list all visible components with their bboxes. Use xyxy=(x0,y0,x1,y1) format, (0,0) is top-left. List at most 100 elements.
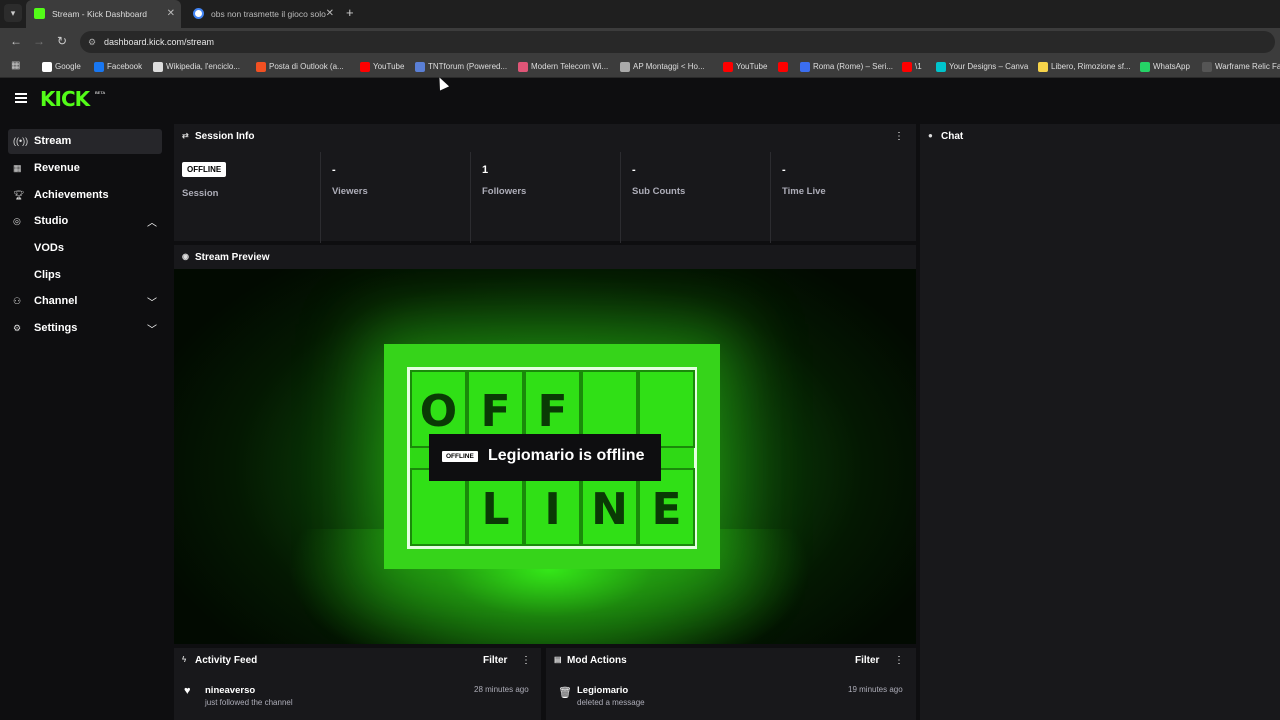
back-arrow-icon[interactable]: ← xyxy=(10,34,22,48)
new-tab-button[interactable]: + xyxy=(346,5,354,20)
bookmark-item[interactable]: YouTube xyxy=(723,56,767,78)
bookmark-label: Warframe Relic Fa xyxy=(1215,62,1280,71)
beta-label: BETA xyxy=(95,90,106,95)
tab-kick-dashboard[interactable]: Stream - Kick Dashboard ✕ xyxy=(26,0,181,28)
bookmark-label: WhatsApp xyxy=(1153,62,1190,71)
bookmark-favicon-icon xyxy=(153,62,163,72)
bookmark-favicon-icon xyxy=(94,62,104,72)
bookmark-label: \1 xyxy=(915,62,922,71)
bookmark-item[interactable]: YouTube xyxy=(360,56,404,78)
address-url: dashboard.kick.com/stream xyxy=(104,37,215,47)
bookmark-item[interactable]: Roma (Rome) – Seri... xyxy=(800,56,893,78)
bookmark-item[interactable]: WhatsApp xyxy=(1140,56,1190,78)
reload-icon[interactable]: ↻ xyxy=(57,34,67,48)
sidebar-item-vods[interactable]: VODs xyxy=(8,236,162,261)
tab-title: Stream - Kick Dashboard xyxy=(52,9,147,19)
bookmark-label: Roma (Rome) – Seri... xyxy=(813,62,894,71)
sidebar-item-achievements[interactable]: 🏆︎ Achievements xyxy=(8,183,162,208)
stream-preview-header: ◉ Stream Preview xyxy=(174,245,916,269)
bookmark-item[interactable] xyxy=(778,56,791,78)
bookmark-item[interactable]: Warframe Relic Fa xyxy=(1202,56,1280,78)
offline-overlay: OFFLINE Legiomario is offline xyxy=(429,434,661,481)
bookmark-favicon-icon xyxy=(1202,62,1212,72)
more-options-icon[interactable]: ⋮ xyxy=(521,655,531,666)
bookmark-label: Posta di Outlook (a... xyxy=(269,62,344,71)
kick-favicon xyxy=(34,8,45,19)
broadcast-icon: ((•)) xyxy=(13,136,29,146)
sidebar-item-stream[interactable]: ((•)) Stream xyxy=(8,129,162,154)
offline-message: Legiomario is offline xyxy=(488,447,645,464)
bookmark-favicon-icon xyxy=(42,62,52,72)
session-label: Session xyxy=(182,188,219,199)
bookmark-item[interactable]: TNTforum (Powered... xyxy=(415,56,507,78)
sidebar-item-settings[interactable]: ⚙ Settings ﹀ xyxy=(8,316,162,341)
bookmark-favicon-icon xyxy=(1038,62,1048,72)
more-options-icon[interactable]: ⋮ xyxy=(894,655,904,666)
sidebar-item-channel[interactable]: ⚇ Channel ﹀ xyxy=(8,289,162,314)
filter-button[interactable]: Filter xyxy=(855,655,879,666)
sidebar-item-studio[interactable]: ◎ Studio ︿ xyxy=(8,209,162,234)
forward-arrow-icon[interactable]: → xyxy=(33,34,45,48)
viewers-stat: - Viewers xyxy=(320,152,470,243)
kick-logo[interactable]: KICK xyxy=(40,87,90,111)
revenue-icon: ▦ xyxy=(13,163,22,173)
tab-google-search[interactable]: obs non trasmette il gioco solo ✕ xyxy=(185,0,340,28)
chevron-up-icon[interactable]: ︿ xyxy=(147,214,157,229)
close-tab-icon[interactable]: ✕ xyxy=(167,0,175,28)
chevron-down-icon[interactable]: ﹀ xyxy=(147,321,157,336)
bookmark-favicon-icon xyxy=(778,62,788,72)
status-badge: OFFLINE xyxy=(442,451,478,462)
tab-search-button[interactable]: ▾ xyxy=(4,4,22,22)
feed-username[interactable]: nineaverso xyxy=(205,685,255,696)
bookmark-label: Wikipedia, l'enciclo... xyxy=(166,62,240,71)
sub-counts-stat: - Sub Counts xyxy=(620,152,770,243)
address-bar[interactable]: ⚙ dashboard.kick.com/stream xyxy=(80,31,1275,53)
bookmark-item[interactable]: Google xyxy=(42,56,81,78)
feed-timestamp: 28 minutes ago xyxy=(474,685,529,694)
bookmark-label: Modern Telecom Wi... xyxy=(531,62,609,71)
tab-title: obs non trasmette il gioco solo xyxy=(211,9,326,19)
sidebar-item-clips[interactable]: Clips xyxy=(8,263,162,288)
status-badge: OFFLINE xyxy=(182,162,227,177)
bookmark-label: TNTforum (Powered... xyxy=(428,62,508,71)
bookmark-favicon-icon xyxy=(723,62,733,72)
bookmark-favicon-icon xyxy=(518,62,528,72)
chat-icon: ● xyxy=(928,131,933,140)
bookmark-label: Your Designs – Canva xyxy=(949,62,1029,71)
bookmarks-bar: ▦ Google Facebook Wikipedia, l'enciclo... P… xyxy=(0,56,1280,78)
bookmark-item[interactable]: Your Designs – Canva xyxy=(936,56,1028,78)
feed-text: just followed the channel xyxy=(205,698,293,707)
chat-panel: ● Chat xyxy=(920,124,1280,720)
trophy-icon: 🏆︎ xyxy=(13,190,25,200)
bookmark-item[interactable]: Libero, Rimozione sf... xyxy=(1038,56,1131,78)
browser-tab-bar: ▾ Stream - Kick Dashboard ✕ obs non tras… xyxy=(0,0,1280,28)
menu-icon[interactable] xyxy=(15,93,27,103)
session-info-panel: ⇄ Session Info ⋮ OFFLINE Session - Viewe… xyxy=(174,124,916,243)
filter-button[interactable]: Filter xyxy=(483,655,507,666)
feed-username[interactable]: Legiomario xyxy=(577,685,628,696)
sidebar-item-revenue[interactable]: ▦ Revenue xyxy=(8,156,162,181)
sidebar-item-label: Stream xyxy=(34,135,72,147)
mod-icon: ▤ xyxy=(554,655,562,664)
session-icon: ⇄ xyxy=(182,131,189,140)
bookmark-favicon-icon xyxy=(936,62,946,72)
apps-grid-icon[interactable]: ▦ xyxy=(11,60,20,71)
bookmark-label: YouTube xyxy=(736,62,768,71)
bookmark-item[interactable]: Modern Telecom Wi... xyxy=(518,56,608,78)
panel-title: ● Chat xyxy=(928,131,964,142)
channel-icon: ⚇ xyxy=(13,296,22,306)
sidebar-item-label: Channel xyxy=(34,295,78,307)
site-info-icon[interactable]: ⚙ xyxy=(88,31,96,53)
bookmark-item[interactable]: AP Montaggi < Ho... xyxy=(620,56,705,78)
bookmark-item[interactable]: \1 xyxy=(902,56,922,78)
bookmark-item[interactable]: Wikipedia, l'enciclo... xyxy=(153,56,240,78)
sidebar-item-label: Studio xyxy=(34,215,69,227)
bookmark-item[interactable]: Posta di Outlook (a... xyxy=(256,56,344,78)
bookmark-item[interactable]: Facebook xyxy=(94,56,142,78)
bookmark-label: YouTube xyxy=(373,62,405,71)
sidebar-item-label: VODs xyxy=(34,242,64,254)
preview-icon: ◉ xyxy=(182,252,189,261)
more-options-icon[interactable]: ⋮ xyxy=(894,131,904,142)
chevron-down-icon[interactable]: ﹀ xyxy=(147,294,157,309)
close-tab-icon[interactable]: ✕ xyxy=(326,0,334,28)
